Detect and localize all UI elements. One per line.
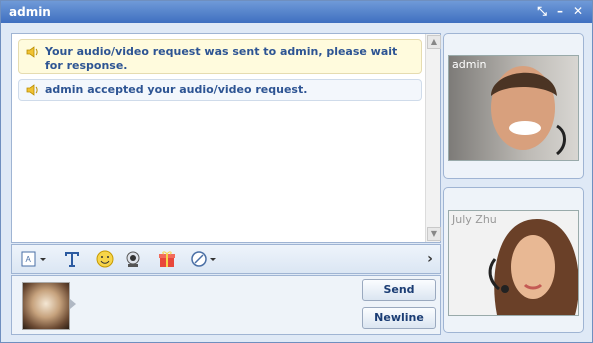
speaker-icon (26, 46, 38, 58)
remote-video-name: admin (452, 58, 487, 71)
close-button[interactable]: ✕ (571, 4, 585, 18)
text-format-button[interactable] (62, 249, 82, 269)
compose-toolbar: A › (11, 244, 441, 274)
window-title: admin (9, 5, 51, 19)
remote-video-image (491, 66, 566, 156)
system-message: Your audio/video request was sent to adm… (18, 39, 422, 74)
smiley-icon (96, 250, 114, 268)
system-message: admin accepted your audio/video request. (18, 79, 422, 101)
compose-area[interactable]: Send Newline (11, 275, 441, 335)
gift-button[interactable] (157, 249, 177, 269)
speaker-icon (26, 84, 38, 96)
user-avatar (22, 282, 70, 330)
remote-video-pane: admin (443, 33, 584, 179)
message-scrollbar[interactable]: ▲ ▼ (425, 34, 441, 242)
local-video-name: July Zhu (452, 213, 497, 226)
svg-text:A: A (26, 255, 32, 264)
restore-button[interactable]: ⤡ (535, 4, 549, 18)
message-history[interactable]: Your audio/video request was sent to adm… (11, 33, 441, 243)
remote-video[interactable]: admin (448, 55, 579, 161)
chat-window: admin ⤡ – ✕ Your audio/video request was… (0, 0, 593, 343)
newline-button[interactable]: Newline (362, 307, 436, 329)
webcam-button[interactable] (123, 249, 143, 269)
avatar-pointer-icon (70, 299, 76, 309)
scroll-up-arrow-icon[interactable]: ▲ (427, 35, 441, 49)
message-text: Your audio/video request was sent to adm… (45, 45, 398, 72)
local-video[interactable]: July Zhu (448, 210, 579, 316)
message-text: admin accepted your audio/video request. (45, 83, 308, 96)
minimize-button[interactable]: – (553, 4, 567, 18)
emoticon-button[interactable] (95, 249, 115, 269)
send-button[interactable]: Send (362, 279, 436, 301)
scroll-down-arrow-icon[interactable]: ▼ (427, 227, 441, 241)
screenshot-menu[interactable] (190, 249, 218, 269)
font-style-menu[interactable]: A (20, 249, 48, 269)
local-video-image (488, 219, 578, 315)
webcam-icon (126, 251, 140, 267)
local-video-pane: July Zhu (443, 187, 584, 333)
toolbar-expand-icon[interactable]: › (424, 249, 436, 269)
text-format-icon (65, 252, 79, 267)
gift-icon (159, 251, 175, 267)
screenshot-icon (191, 251, 216, 267)
title-bar[interactable]: admin ⤡ – ✕ (1, 1, 592, 23)
font-style-icon: A (21, 251, 46, 267)
